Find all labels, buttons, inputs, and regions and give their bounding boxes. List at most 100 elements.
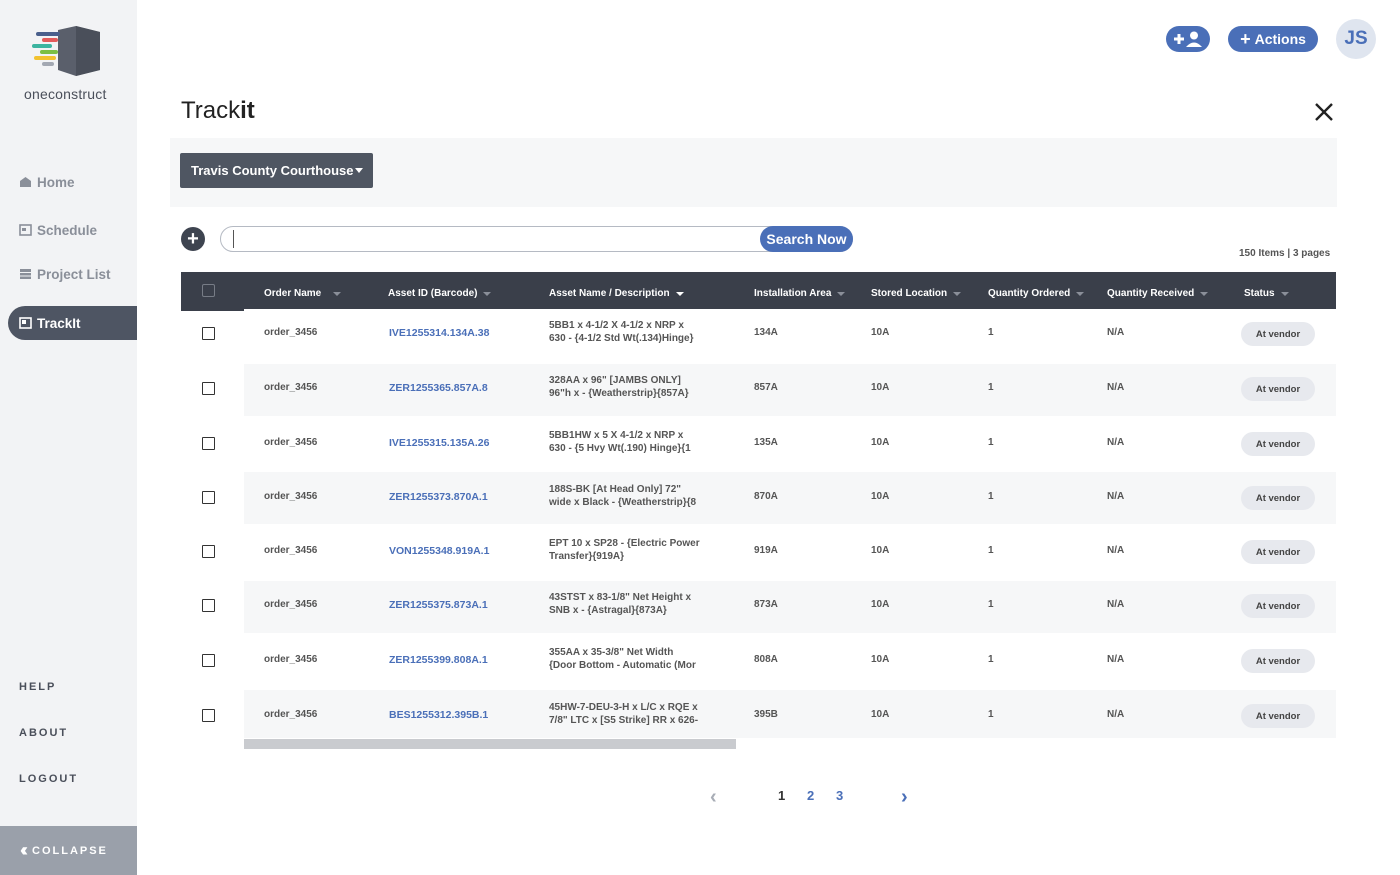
dropdown-caret-icon xyxy=(355,168,363,173)
col-stored-location[interactable]: Stored Location xyxy=(871,288,962,299)
double-chevron-left-icon: ‹‹ xyxy=(20,840,28,860)
col-quantity-received[interactable]: Quantity Received xyxy=(1107,288,1209,299)
calendar-icon xyxy=(19,224,32,236)
nav-schedule-label: Schedule xyxy=(37,222,98,238)
order-name-cell: order_3456 xyxy=(264,382,318,393)
item-count: 150 Items | 3 pages xyxy=(1239,248,1331,259)
asset-id-link[interactable]: ZER1255399.808A.1 xyxy=(389,654,488,666)
page-3-link[interactable]: 3 xyxy=(836,788,843,803)
col-asset-name-label: Asset Name / Description xyxy=(549,288,670,299)
quantity-received-cell: N/A xyxy=(1107,545,1125,556)
list-icon xyxy=(20,269,31,279)
col-quantity-received-label: Quantity Received xyxy=(1107,288,1195,299)
installation-area-cell: 135A xyxy=(754,437,778,448)
stored-location-cell: 10A xyxy=(871,437,890,448)
nav-home[interactable]: Home xyxy=(8,165,137,199)
status-badge[interactable]: At vendor xyxy=(1241,486,1315,510)
col-installation-area[interactable]: Installation Area xyxy=(754,288,846,299)
asset-id-link[interactable]: IVE1255314.134A.38 xyxy=(389,327,489,339)
user-avatar[interactable]: JS xyxy=(1336,19,1376,59)
status-badge[interactable]: At vendor xyxy=(1241,540,1315,564)
actions-button[interactable]: + Actions xyxy=(1228,26,1318,52)
asset-description-line-1: 45HW-7-DEU-3-H x L/C x RQE x xyxy=(549,702,698,713)
row-checkbox[interactable] xyxy=(202,327,215,340)
nav-trackit-label: TrackIt xyxy=(37,315,81,331)
col-asset-name[interactable]: Asset Name / Description xyxy=(549,288,684,299)
about-link[interactable]: ABOUT xyxy=(19,727,68,739)
add-user-button[interactable] xyxy=(1166,26,1210,52)
asset-id-link[interactable]: ZER1255373.870A.1 xyxy=(389,491,488,503)
help-link[interactable]: HELP xyxy=(19,681,56,693)
home-icon xyxy=(20,177,31,187)
asset-description-line-2: {Door Bottom - Automatic (Mor xyxy=(549,660,696,671)
nav-schedule[interactable]: Schedule xyxy=(8,213,137,247)
row-checkbox[interactable] xyxy=(202,599,215,612)
horizontal-scrollbar[interactable] xyxy=(244,739,736,749)
asset-description-line-2: Transfer}{919A} xyxy=(549,551,625,562)
col-status-label: Status xyxy=(1244,288,1275,299)
row-checkbox[interactable] xyxy=(202,709,215,722)
asset-description-line-2: 630 - {5 Hvy Wt(.190) Hinge}{1 xyxy=(549,443,691,454)
asset-id-link[interactable]: VON1255348.919A.1 xyxy=(389,545,489,557)
order-name-cell: order_3456 xyxy=(264,654,318,665)
order-name-cell: order_3456 xyxy=(264,327,318,338)
asset-id-link[interactable]: ZER1255375.873A.1 xyxy=(389,599,488,611)
asset-description-line-2: wide x Black - {Weatherstrip}{8 xyxy=(549,497,697,508)
page-1-link[interactable]: 1 xyxy=(778,788,785,803)
brand-logo[interactable] xyxy=(24,26,114,78)
nav-trackit[interactable]: TrackIt xyxy=(8,306,137,340)
sort-caret-icon xyxy=(837,291,846,296)
row-checkbox[interactable] xyxy=(202,437,215,450)
order-name-cell: order_3456 xyxy=(264,709,318,720)
chevron-left-icon[interactable]: ‹ xyxy=(710,786,717,809)
project-select[interactable]: Travis County Courthouse xyxy=(180,153,373,188)
row-checkbox[interactable] xyxy=(202,654,215,667)
status-badge[interactable]: At vendor xyxy=(1241,649,1315,673)
order-name-cell: order_3456 xyxy=(264,545,318,556)
quantity-ordered-cell: 1 xyxy=(988,599,994,610)
select-all-checkbox[interactable] xyxy=(202,284,215,297)
plus-icon: + xyxy=(1240,28,1251,49)
installation-area-cell: 395B xyxy=(754,709,778,720)
quantity-received-cell: N/A xyxy=(1107,327,1125,338)
stored-location-cell: 10A xyxy=(871,599,890,610)
installation-area-cell: 857A xyxy=(754,382,778,393)
quantity-ordered-cell: 1 xyxy=(988,545,994,556)
col-order-name[interactable]: Order Name xyxy=(264,288,342,299)
sort-caret-icon xyxy=(333,291,342,296)
asset-id-link[interactable]: IVE1255315.135A.26 xyxy=(389,437,489,449)
status-badge[interactable]: At vendor xyxy=(1241,594,1315,618)
status-badge[interactable]: At vendor xyxy=(1241,704,1315,728)
page-title-bold: it xyxy=(240,97,255,124)
actions-label: Actions xyxy=(1254,31,1306,47)
row-checkbox[interactable] xyxy=(202,491,215,504)
status-badge[interactable]: At vendor xyxy=(1241,432,1315,456)
page-2-link[interactable]: 2 xyxy=(807,788,814,803)
col-quantity-ordered[interactable]: Quantity Ordered xyxy=(988,288,1085,299)
asset-description-line-1: 5BB1 x 4-1/2 X 4-1/2 x NRP x xyxy=(549,320,684,331)
col-status[interactable]: Status xyxy=(1244,288,1289,299)
search-now-button[interactable]: Search Now xyxy=(760,226,853,252)
installation-area-cell: 919A xyxy=(754,545,778,556)
asset-id-link[interactable]: ZER1255365.857A.8 xyxy=(389,382,488,394)
installation-area-cell: 808A xyxy=(754,654,778,665)
status-badge[interactable]: At vendor xyxy=(1241,377,1315,401)
nav-project-list[interactable]: Project List xyxy=(8,257,137,291)
col-asset-id[interactable]: Asset ID (Barcode) xyxy=(388,288,492,299)
plus-circle-icon: + xyxy=(187,228,199,250)
close-icon[interactable] xyxy=(1312,100,1336,124)
quantity-received-cell: N/A xyxy=(1107,709,1125,720)
chevron-right-icon[interactable]: › xyxy=(901,786,908,809)
col-asset-id-label: Asset ID (Barcode) xyxy=(388,288,478,299)
logout-link[interactable]: LOGOUT xyxy=(19,773,78,785)
asset-description-line-1: 43STST x 83-1/8" Net Height x xyxy=(549,592,692,603)
add-item-button[interactable]: + xyxy=(181,227,205,251)
collapse-button[interactable]: ‹‹ COLLAPSE xyxy=(0,826,137,875)
search-input[interactable] xyxy=(233,230,753,248)
row-checkbox[interactable] xyxy=(202,382,215,395)
status-badge[interactable]: At vendor xyxy=(1241,322,1315,346)
row-checkbox[interactable] xyxy=(202,545,215,558)
asset-id-link[interactable]: BES1255312.395B.1 xyxy=(389,709,488,721)
installation-area-cell: 873A xyxy=(754,599,778,610)
stored-location-cell: 10A xyxy=(871,327,890,338)
